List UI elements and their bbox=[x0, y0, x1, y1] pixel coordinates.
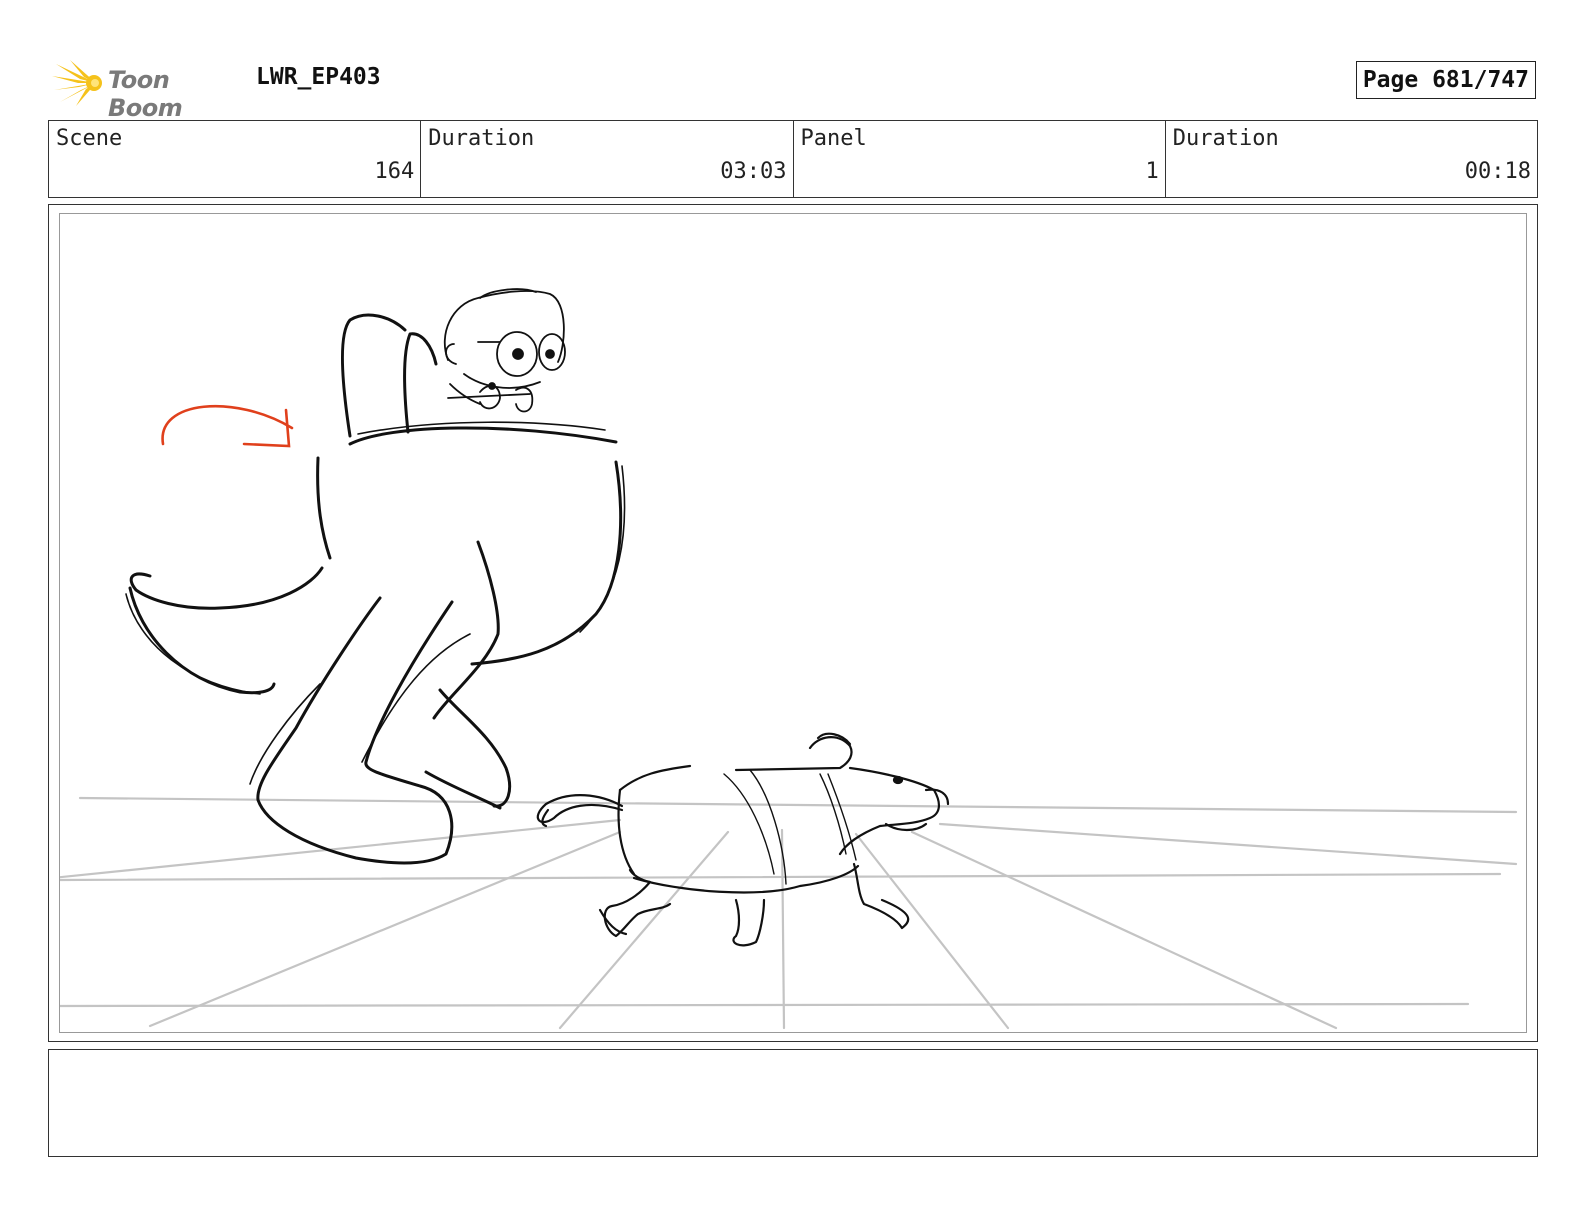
scene-value: 164 bbox=[374, 159, 415, 184]
logo-text: Toon Boom bbox=[108, 66, 183, 122]
starburst-icon bbox=[52, 60, 102, 106]
panel-duration-cell: Duration 00:18 bbox=[1166, 121, 1537, 197]
scene-info-table: Scene 164 Duration 03:03 Panel 1 Duratio… bbox=[48, 120, 1538, 198]
kid-sketch bbox=[443, 288, 566, 413]
storyboard-header: Toon Boom LWR_EP403 Page 681/747 bbox=[48, 56, 1536, 122]
page-number: Page 681/747 bbox=[1355, 61, 1536, 99]
scene-label: Scene bbox=[56, 126, 123, 151]
panel-value: 1 bbox=[1145, 159, 1159, 184]
scene-duration-value: 03:03 bbox=[720, 159, 787, 184]
project-title: LWR_EP403 bbox=[256, 64, 381, 90]
panel-duration-value: 00:18 bbox=[1464, 159, 1531, 184]
panel-notes-area bbox=[48, 1049, 1538, 1157]
creature-sketch bbox=[125, 313, 626, 865]
perspective-grid bbox=[60, 796, 1518, 1030]
panel-duration-label: Duration bbox=[1172, 126, 1279, 151]
toon-boom-logo: Toon Boom bbox=[52, 58, 242, 122]
panel-drawing-area bbox=[59, 213, 1527, 1033]
storyboard-panel bbox=[48, 204, 1538, 1042]
scene-cell: Scene 164 bbox=[49, 121, 422, 197]
panel-label: Panel bbox=[800, 126, 867, 151]
panel-cell: Panel 1 bbox=[794, 121, 1166, 197]
motion-arrow bbox=[161, 404, 294, 448]
scene-duration-label: Duration bbox=[428, 126, 535, 151]
sketch-drawing bbox=[60, 288, 1518, 1030]
scene-duration-cell: Duration 03:03 bbox=[421, 121, 794, 197]
